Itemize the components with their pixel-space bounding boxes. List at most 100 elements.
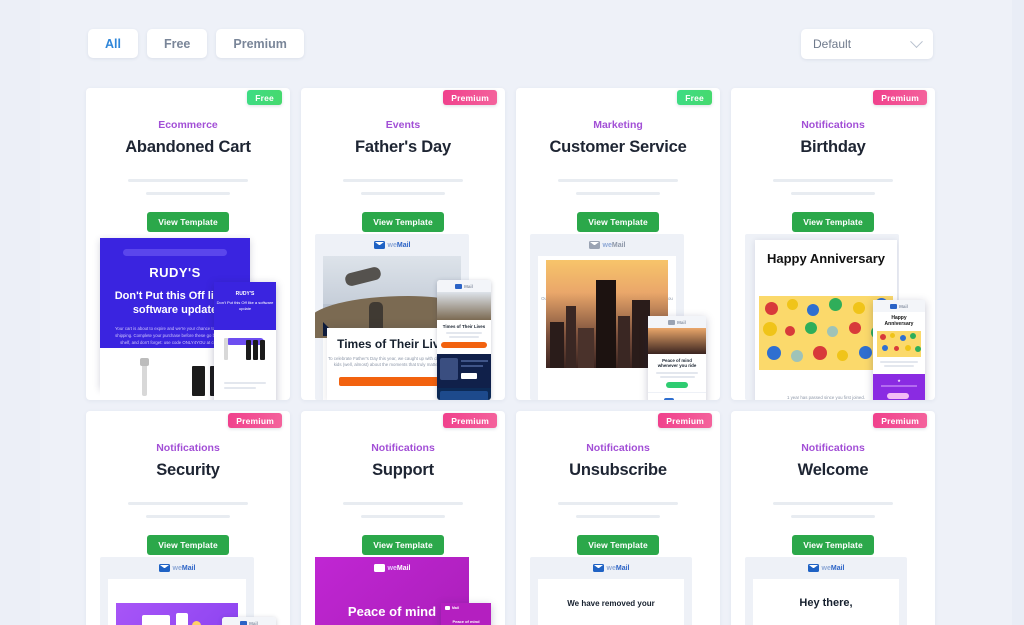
preview-brand: weMail (530, 557, 692, 579)
template-preview[interactable]: weMail Mail (86, 557, 290, 625)
template-preview[interactable]: RUDY'S Don't Put this Off like a softwar… (86, 234, 290, 400)
template-category: Notifications (801, 442, 865, 454)
template-preview[interactable]: weMail We have removed your (516, 557, 720, 625)
preview-desktop: weMail Hey there, (745, 557, 907, 625)
preview-mobile: Mail Peace of mind whenever you ride (441, 603, 491, 625)
template-category: Ecommerce (158, 119, 218, 131)
view-template-button[interactable]: View Template (577, 212, 659, 232)
brand-label: weMail (387, 564, 411, 572)
preview-headline: We have removed your (567, 599, 655, 608)
view-template-button[interactable]: View Template (577, 535, 659, 555)
preview-desktop: weMail (100, 557, 254, 625)
template-title: Customer Service (549, 138, 687, 156)
template-card[interactable]: Premium Events Father's Day View Templat… (301, 88, 505, 400)
skeleton-line (343, 179, 463, 182)
template-category: Notifications (371, 442, 435, 454)
template-preview[interactable]: weMail Times of Their Lives To celebrate… (301, 234, 505, 400)
preview-mobile-headline: Don't Put this Off like a software updat… (216, 300, 274, 311)
brand-label: Mail (452, 606, 459, 610)
view-template-button[interactable]: View Template (792, 535, 874, 555)
skeleton-line (791, 515, 875, 518)
view-template-button[interactable]: View Template (362, 535, 444, 555)
preview-mobile: RUDY'S Don't Put this Off like a softwar… (214, 282, 276, 400)
preview-mobile: Mail Happy Anniversary ★ (873, 300, 925, 400)
status-badge: Free (247, 90, 282, 105)
status-badge: Free (677, 90, 712, 105)
envelope-icon (455, 283, 463, 289)
template-card[interactable]: Premium Notifications Birthday View Temp… (731, 88, 935, 400)
template-preview[interactable]: weMail Our you Mail Peace of mind whenev… (516, 234, 720, 400)
toolbar: All Free Premium Default (0, 0, 1024, 88)
skeleton-line (343, 502, 463, 505)
view-template-button[interactable]: View Template (147, 535, 229, 555)
left-gutter (0, 0, 40, 625)
skeleton-line (146, 192, 230, 195)
template-title: Unsubscribe (569, 461, 667, 479)
preview-brand: RUDY'S (149, 265, 201, 280)
filter-button-group: All Free Premium (88, 29, 304, 58)
preview-mobile-headline: Peace of mind whenever you ride (657, 358, 697, 369)
template-preview[interactable]: weMail Peace of mind Mail Peace of mind … (301, 557, 505, 625)
brand-label: Mail (464, 283, 473, 289)
preview-brand: weMail (530, 234, 684, 256)
template-library-page: All Free Premium Default Free Ecommerce … (0, 0, 1024, 625)
view-template-button[interactable]: View Template (792, 212, 874, 232)
preview-brand: weMail (315, 234, 469, 256)
preview-pill (123, 249, 227, 256)
template-card[interactable]: Premium Notifications Support View Templ… (301, 411, 505, 625)
preview-brand: weMail (315, 557, 469, 579)
filter-button-premium[interactable]: Premium (216, 29, 304, 58)
skeleton-line (791, 192, 875, 195)
preview-mobile-headline: Happy Anniversary (884, 315, 914, 327)
template-preview[interactable]: weMail Hey there, (731, 557, 935, 625)
status-badge: Premium (443, 90, 497, 105)
preview-mobile: Mail Peace of mind whenever you ride (648, 316, 706, 400)
template-card[interactable]: Premium Notifications Unsubscribe View T… (516, 411, 720, 625)
envelope-icon (373, 241, 385, 249)
skeleton-line (576, 192, 660, 195)
template-title: Security (156, 461, 220, 479)
envelope-icon (890, 303, 898, 309)
view-template-button[interactable]: View Template (147, 212, 229, 232)
template-title: Welcome (797, 461, 869, 479)
right-gutter (1012, 0, 1024, 625)
template-category: Notifications (586, 442, 650, 454)
envelope-icon (240, 620, 248, 625)
preview-hero-image (116, 603, 238, 625)
status-badge: Premium (873, 90, 927, 105)
brand-label: Mail (249, 620, 258, 625)
skeleton-line (128, 179, 248, 182)
template-grid: Free Ecommerce Abandoned Cart View Templ… (86, 88, 938, 625)
skeleton-line (773, 502, 893, 505)
skeleton-line (361, 192, 445, 195)
preview-mobile-headline: Times of Their Lives (442, 324, 486, 329)
template-preview[interactable]: weMail Happy Anniversary (731, 234, 935, 400)
preview-headline: Happy Anniversary (766, 251, 885, 266)
brand-label: weMail (602, 241, 626, 249)
sort-select[interactable]: Default (801, 29, 933, 59)
template-card[interactable]: Free Marketing Customer Service View Tem… (516, 88, 720, 400)
filter-button-free[interactable]: Free (146, 29, 208, 58)
skeleton-line (773, 179, 893, 182)
preview-mobile: Mail (222, 617, 276, 625)
template-card[interactable]: Premium Notifications Welcome View Templ… (731, 411, 935, 625)
template-title: Abandoned Cart (125, 138, 251, 156)
brand-label: Mail (677, 319, 686, 325)
envelope-icon (373, 564, 385, 572)
envelope-icon (445, 606, 450, 610)
preview-mobile-headline: Peace of mind whenever you ride (448, 619, 483, 625)
status-badge: Premium (873, 413, 927, 428)
view-template-button[interactable]: View Template (362, 212, 444, 232)
preview-desktop: weMail We have removed your (530, 557, 692, 625)
skeleton-line (128, 502, 248, 505)
brand-label: weMail (387, 241, 411, 249)
template-card[interactable]: Premium Notifications Security View Temp… (86, 411, 290, 625)
filter-button-all[interactable]: All (88, 29, 138, 58)
envelope-icon (592, 564, 604, 572)
status-badge: Premium (228, 413, 282, 428)
status-badge: Premium (443, 413, 497, 428)
template-category: Notifications (801, 119, 865, 131)
preview-brand: weMail (745, 557, 907, 579)
preview-cta (441, 342, 487, 349)
template-card[interactable]: Free Ecommerce Abandoned Cart View Templ… (86, 88, 290, 400)
